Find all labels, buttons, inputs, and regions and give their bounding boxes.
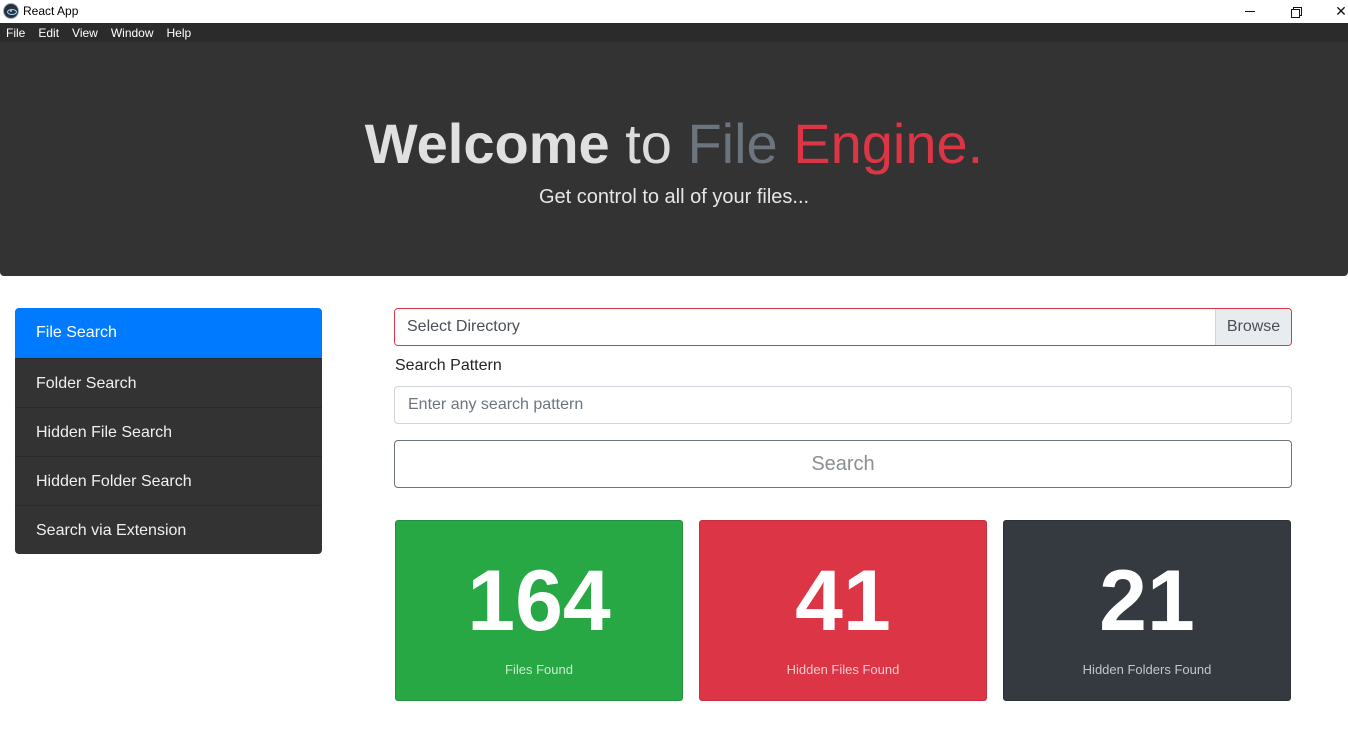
search-button[interactable]: Search (394, 440, 1292, 488)
hidden-folders-found-count: 21 (1099, 553, 1195, 649)
hero-subtitle: Get control to all of your files... (538, 186, 810, 208)
hidden-folders-found-label: Hidden Folders Found (1082, 662, 1212, 677)
menu-edit[interactable]: Edit (38, 26, 59, 40)
files-found-label: Files Found (505, 662, 573, 677)
menu-bar: File Edit View Window Help (0, 23, 1348, 42)
minimize-button[interactable] (1227, 0, 1273, 23)
hero-title-engine: Engine. (793, 112, 984, 175)
window-title: React App (23, 4, 79, 18)
hero-title: Welcome to File Engine. (0, 112, 1348, 176)
search-pattern-label: Search Pattern (395, 357, 502, 374)
window-titlebar: React App ✕ (0, 0, 1348, 23)
hero-title-file: File (687, 112, 778, 175)
search-type-sidebar: File Search Folder Search Hidden File Se… (15, 308, 322, 554)
menu-window[interactable]: Window (111, 26, 154, 40)
files-found-count: 164 (467, 553, 611, 649)
sidebar-item-folder-search[interactable]: Folder Search (15, 358, 322, 407)
hidden-files-found-label: Hidden Files Found (786, 662, 900, 677)
hidden-folders-found-card: 21 Hidden Folders Found (1003, 520, 1291, 701)
hero-title-to: to (625, 112, 672, 175)
minimize-icon (1245, 11, 1255, 12)
sidebar-item-file-search[interactable]: File Search (15, 308, 322, 358)
browse-button[interactable]: Browse (1215, 309, 1291, 345)
menu-help[interactable]: Help (167, 26, 192, 40)
close-icon: ✕ (1335, 3, 1347, 20)
hidden-files-found-card: 41 Hidden Files Found (699, 520, 987, 701)
search-pattern-input[interactable] (394, 386, 1292, 424)
close-button[interactable]: ✕ (1318, 0, 1348, 23)
electron-app-icon (3, 3, 19, 19)
menu-view[interactable]: View (72, 26, 98, 40)
restore-button[interactable] (1272, 0, 1318, 23)
restore-icon (1290, 7, 1302, 18)
directory-input-group: Browse (394, 308, 1292, 346)
sidebar-item-search-via-extension[interactable]: Search via Extension (15, 505, 322, 554)
menu-file[interactable]: File (6, 26, 25, 40)
sidebar-item-hidden-folder-search[interactable]: Hidden Folder Search (15, 456, 322, 505)
directory-input[interactable] (395, 309, 1215, 345)
hero-title-welcome: Welcome (364, 112, 610, 175)
files-found-card: 164 Files Found (395, 520, 683, 701)
sidebar-item-hidden-file-search[interactable]: Hidden File Search (15, 407, 322, 456)
hero-banner: Welcome to File Engine. Get control to a… (0, 42, 1348, 276)
hidden-files-found-count: 41 (795, 553, 891, 649)
